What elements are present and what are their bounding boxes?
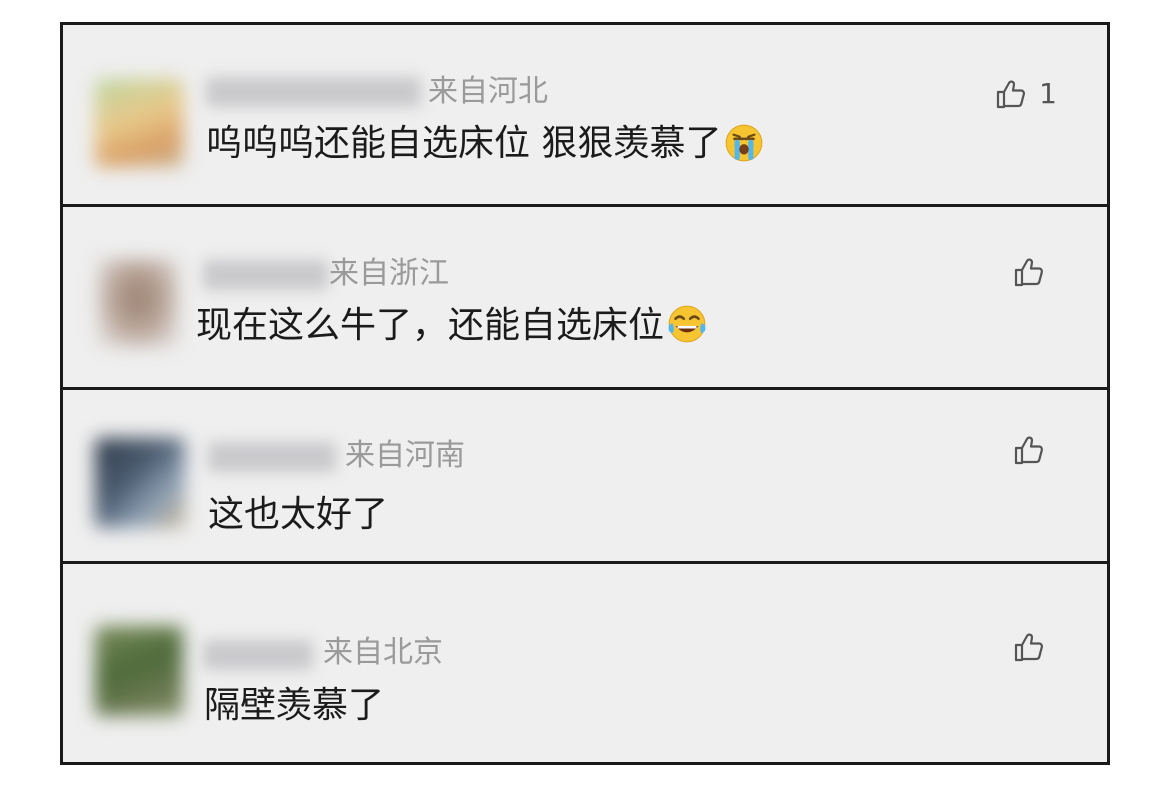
comment-card: 来自河南 这也太好了 <box>60 387 1110 564</box>
comment-text-content: 现在这么牛了，还能自选床位 <box>196 305 665 346</box>
avatar[interactable] <box>95 438 185 528</box>
crying-emoji <box>726 124 763 162</box>
username-blurred[interactable] <box>206 77 421 107</box>
comment-text: 呜呜呜还能自选床位 狠狠羡慕了 <box>206 123 765 166</box>
comment-location: 来自浙江 <box>329 256 449 291</box>
avatar[interactable] <box>95 626 183 716</box>
thumbs-up-icon <box>1014 436 1044 465</box>
thumbs-up-icon <box>1014 633 1044 662</box>
like-button[interactable]: 1 <box>995 77 1057 110</box>
comment-card: 来自浙江 现在这么牛了，还能自选床位 <box>60 204 1110 390</box>
username-blurred[interactable] <box>203 640 313 670</box>
thumbs-up-icon <box>1014 258 1044 287</box>
like-count: 1 <box>1039 77 1057 110</box>
comment-text: 现在这么牛了，还能自选床位 <box>196 305 708 348</box>
like-button[interactable] <box>1013 256 1057 288</box>
username-blurred[interactable] <box>203 260 328 290</box>
thumbs-up-icon <box>997 79 1026 108</box>
comment-list: 来自河北 呜呜呜还能自选床位 狠狠羡慕了 1 来自浙江 现在这么牛了，还能自选床 <box>0 0 1170 790</box>
like-button[interactable] <box>1013 434 1057 466</box>
username-blurred[interactable] <box>208 442 336 472</box>
comment-location: 来自北京 <box>323 635 443 670</box>
avatar[interactable] <box>95 79 183 167</box>
like-button[interactable] <box>1013 631 1057 663</box>
avatar[interactable] <box>98 259 178 347</box>
comment-card: 来自北京 隔壁羡慕了 <box>60 561 1110 765</box>
comment-text-content: 呜呜呜还能自选床位 狠狠羡慕了 <box>206 123 722 164</box>
comment-text: 这也太好了 <box>208 494 389 535</box>
comment-card: 来自河北 呜呜呜还能自选床位 狠狠羡慕了 1 <box>60 22 1110 207</box>
laughing-tears-emoji <box>668 305 706 343</box>
comment-text: 隔壁羡慕了 <box>204 685 385 726</box>
comment-location: 来自河北 <box>428 74 548 109</box>
comment-location: 来自河南 <box>345 438 465 473</box>
